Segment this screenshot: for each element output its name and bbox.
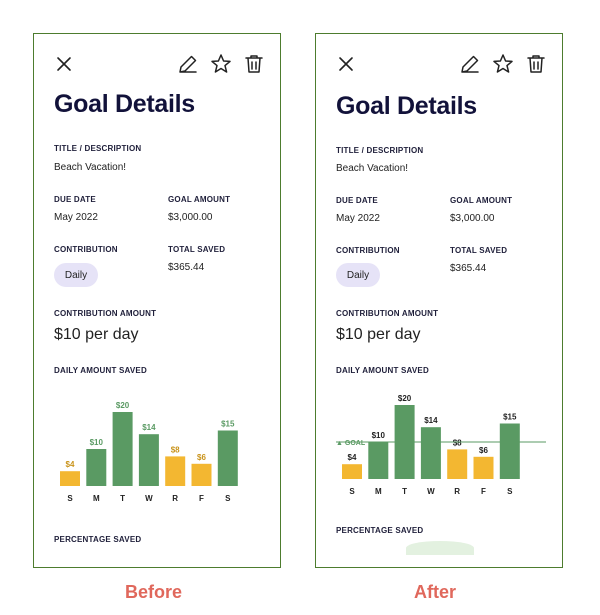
chart-bar — [191, 463, 212, 486]
page-title: Goal Details — [54, 90, 195, 118]
bar-value-label: $8 — [171, 445, 180, 454]
bar-value-label: $10 — [90, 438, 104, 447]
title-label: TITLE / DESCRIPTION — [336, 146, 424, 155]
daily-amount-label: DAILY AMOUNT SAVED — [336, 366, 429, 375]
x-tick-label: M — [93, 494, 100, 503]
bar-value-label: $6 — [479, 446, 488, 455]
bar-value-label: $14 — [424, 416, 438, 425]
bar-value-label: $15 — [503, 413, 517, 422]
daily-savings-chart: $4 S $10 M $20 T $14 W $8 R $6 F $15 S ▲ GOAL — [336, 379, 546, 509]
percentage-progress-arc — [406, 541, 474, 555]
x-tick-label: M — [375, 487, 382, 496]
title-value[interactable]: Beach Vacation! — [336, 163, 408, 174]
x-tick-label: S — [67, 494, 73, 503]
goal-amount-label: GOAL AMOUNT — [450, 196, 513, 205]
total-saved-label: TOTAL SAVED — [450, 246, 508, 255]
x-tick-label: F — [481, 487, 486, 496]
bar-value-label: $4 — [66, 460, 75, 469]
close-icon[interactable] — [52, 52, 76, 76]
total-saved-value: $365.44 — [450, 263, 487, 274]
due-date-label: DUE DATE — [54, 195, 96, 204]
title-value[interactable]: Beach Vacation! — [54, 162, 126, 173]
goal-label: ▲ GOAL — [336, 440, 366, 447]
goal-amount-label: GOAL AMOUNT — [168, 195, 231, 204]
pencil-icon[interactable] — [176, 52, 200, 76]
bar-value-label: $8 — [453, 438, 462, 447]
x-tick-label: W — [145, 494, 153, 503]
total-saved-value: $365.44 — [168, 262, 205, 273]
total-saved-label: TOTAL SAVED — [168, 245, 226, 254]
chart-bar — [217, 430, 238, 486]
bar-value-label: $10 — [372, 431, 386, 440]
chart-bar — [86, 449, 107, 486]
chart-bar — [447, 449, 468, 479]
x-tick-label: T — [402, 487, 407, 496]
x-tick-label: R — [172, 494, 178, 503]
trash-icon[interactable] — [242, 52, 266, 76]
star-icon[interactable] — [209, 52, 233, 76]
bar-value-label: $6 — [197, 453, 206, 462]
chart-bar — [112, 412, 133, 486]
trash-icon[interactable] — [524, 52, 548, 76]
title-label: TITLE / DESCRIPTION — [54, 144, 142, 153]
star-icon[interactable] — [491, 52, 515, 76]
bar-value-label: $15 — [221, 420, 235, 429]
x-tick-label: R — [454, 487, 460, 496]
toolbar — [334, 52, 545, 76]
bar-value-label: $4 — [348, 453, 357, 462]
x-tick-label: S — [507, 487, 513, 496]
close-icon[interactable] — [334, 52, 358, 76]
contribution-pill[interactable]: Daily — [336, 263, 380, 287]
x-tick-label: F — [199, 494, 204, 503]
daily-savings-chart-svg: $4 S $10 M $20 T $14 W $8 R $6 F $15 S — [60, 401, 238, 503]
percentage-saved-label: PERCENTAGE SAVED — [54, 535, 142, 544]
contribution-amount-label: CONTRIBUTION AMOUNT — [336, 309, 439, 318]
page-title: Goal Details — [336, 92, 477, 120]
chart-bar — [165, 456, 186, 486]
before-caption: Before — [125, 582, 183, 602]
contribution-amount-value[interactable]: $10 per day — [336, 326, 421, 344]
before-panel: Goal Details TITLE / DESCRIPTION Beach V… — [33, 33, 281, 568]
chart-bar — [473, 456, 494, 479]
pencil-icon[interactable] — [458, 52, 482, 76]
chart-bar — [420, 427, 441, 479]
contribution-label: CONTRIBUTION — [336, 246, 400, 255]
daily-savings-chart: $4 S $10 M $20 T $14 W $8 R $6 F $15 S — [54, 379, 264, 509]
goal-amount-value[interactable]: $3,000.00 — [450, 213, 495, 224]
daily-savings-chart-svg: $4 S $10 M $20 T $14 W $8 R $6 F $15 S ▲ GOAL — [336, 394, 546, 496]
chart-bar — [499, 423, 520, 479]
contribution-amount-value[interactable]: $10 per day — [54, 326, 139, 344]
goal-amount-value[interactable]: $3,000.00 — [168, 212, 213, 223]
contribution-amount-label: CONTRIBUTION AMOUNT — [54, 309, 157, 318]
after-caption: After — [414, 582, 457, 602]
percentage-saved-label: PERCENTAGE SAVED — [336, 526, 424, 535]
x-tick-label: T — [120, 494, 125, 503]
x-tick-label: S — [225, 494, 231, 503]
chart-bar — [138, 434, 159, 486]
daily-amount-label: DAILY AMOUNT SAVED — [54, 366, 147, 375]
toolbar — [52, 52, 263, 76]
due-date-value[interactable]: May 2022 — [336, 213, 380, 224]
bar-value-label: $14 — [142, 423, 156, 432]
after-panel: Goal Details TITLE / DESCRIPTION Beach V… — [315, 33, 563, 568]
bar-value-label: $20 — [398, 394, 412, 403]
bar-value-label: $20 — [116, 401, 130, 410]
x-tick-label: W — [427, 487, 435, 496]
x-tick-label: S — [349, 487, 355, 496]
chart-bar — [60, 471, 80, 486]
due-date-label: DUE DATE — [336, 196, 378, 205]
contribution-label: CONTRIBUTION — [54, 245, 118, 254]
chart-bar — [368, 442, 389, 479]
chart-bar — [342, 464, 362, 479]
due-date-value[interactable]: May 2022 — [54, 212, 98, 223]
contribution-pill[interactable]: Daily — [54, 263, 98, 287]
